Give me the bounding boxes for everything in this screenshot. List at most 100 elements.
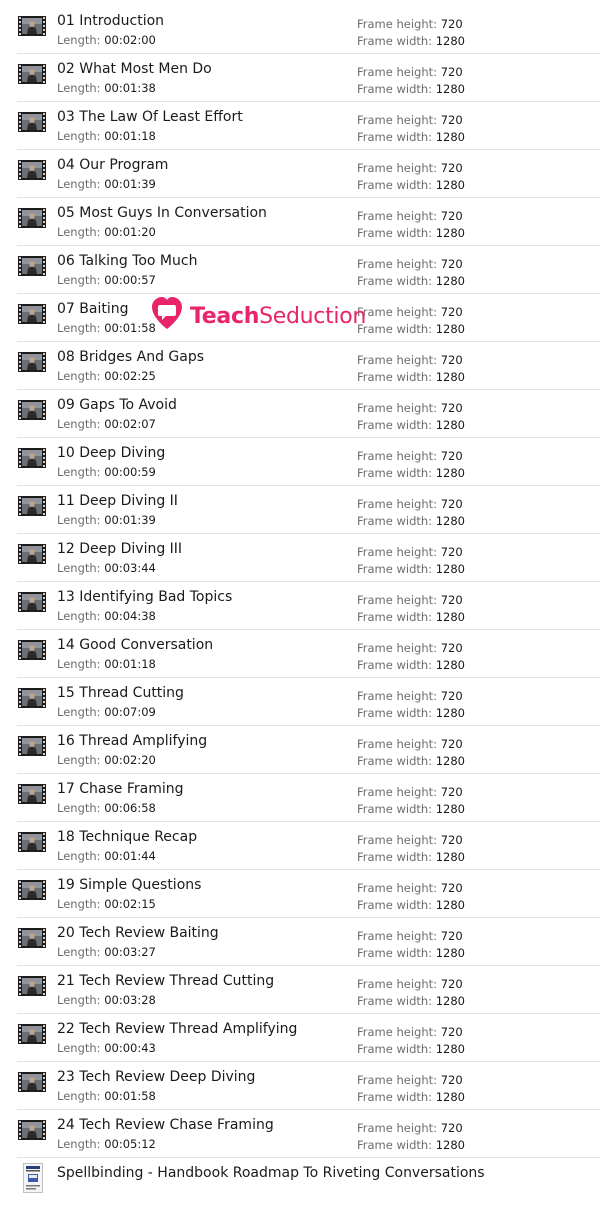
frame-height-label: Frame height: — [357, 593, 438, 607]
frame-height-label: Frame height: — [357, 929, 438, 943]
length-label: Length: — [57, 945, 101, 959]
list-item[interactable]: 21 Tech Review Thread Cutting Length: 00:… — [17, 966, 600, 1014]
length-label: Length: — [57, 33, 101, 47]
frame-width-info: Frame width: 1280 — [357, 1138, 465, 1152]
length-info: Length: 00:02:15 — [57, 897, 156, 911]
video-file-icon — [18, 352, 46, 372]
list-item[interactable]: 10 Deep Diving Length: 00:00:59 Frame heig… — [17, 438, 600, 486]
frame-height-label: Frame height: — [357, 65, 438, 79]
file-name: 09 Gaps To Avoid — [57, 397, 177, 413]
list-item[interactable]: 18 Technique Recap Length: 00:01:44 Frame … — [17, 822, 600, 870]
frame-width-value: 1280 — [435, 706, 465, 720]
list-item[interactable]: 15 Thread Cutting Length: 00:07:09 Frame h… — [17, 678, 600, 726]
length-label: Length: — [57, 1137, 101, 1151]
list-item[interactable]: 02 What Most Men Do Length: 00:01:38 Frame… — [17, 54, 600, 102]
frame-height-value: 720 — [440, 929, 463, 943]
frame-width-value: 1280 — [435, 946, 465, 960]
length-info: Length: 00:01:39 — [57, 177, 156, 191]
frame-width-info: Frame width: 1280 — [357, 322, 465, 336]
frame-height-info: Frame height: 720 — [357, 1121, 463, 1135]
frame-width-label: Frame width: — [357, 706, 433, 720]
list-item[interactable]: 03 The Law Of Least Effort Length: 00:01:… — [17, 102, 600, 150]
length-value: 00:02:15 — [104, 897, 156, 911]
file-name: 20 Tech Review Baiting — [57, 925, 219, 941]
list-item[interactable]: 07 Baiting Length: 00:01:58 Frame height: … — [17, 294, 600, 342]
list-item[interactable]: 14 Good Conversation Length: 00:01:18 Fram… — [17, 630, 600, 678]
frame-width-value: 1280 — [435, 34, 465, 48]
file-name: 08 Bridges And Gaps — [57, 349, 205, 365]
list-item[interactable]: 09 Gaps To Avoid Length: 00:02:07 Frame he… — [17, 390, 600, 438]
frame-height-value: 720 — [440, 401, 463, 415]
frame-height-value: 720 — [440, 353, 463, 367]
length-label: Length: — [57, 753, 101, 767]
list-item[interactable]: 20 Tech Review Baiting Length: 00:03:27 Fr… — [17, 918, 600, 966]
list-item[interactable]: 16 Thread Amplifying Length: 00:02:20 Fram… — [17, 726, 600, 774]
frame-height-value: 720 — [440, 641, 463, 655]
frame-width-label: Frame width: — [357, 322, 433, 336]
frame-height-info: Frame height: 720 — [357, 593, 463, 607]
length-value: 00:03:28 — [104, 993, 156, 1007]
frame-width-info: Frame width: 1280 — [357, 802, 465, 816]
frame-height-label: Frame height: — [357, 1025, 438, 1039]
frame-height-info: Frame height: 720 — [357, 65, 463, 79]
video-file-icon — [18, 1072, 46, 1092]
list-item[interactable]: 19 Simple Questions Length: 00:02:15 Frame… — [17, 870, 600, 918]
list-item[interactable]: 11 Deep Diving II Length: 00:01:39 Frame h… — [17, 486, 600, 534]
frame-height-value: 720 — [440, 1073, 463, 1087]
length-value: 00:01:39 — [104, 177, 156, 191]
list-item[interactable]: 24 Tech Review Chase Framing Length: 00:0… — [17, 1110, 600, 1158]
frame-height-value: 720 — [440, 497, 463, 511]
video-file-icon — [18, 784, 46, 804]
frame-height-info: Frame height: 720 — [357, 1073, 463, 1087]
length-label: Length: — [57, 177, 101, 191]
frame-width-value: 1280 — [435, 610, 465, 624]
length-info: Length: 00:02:20 — [57, 753, 156, 767]
list-item[interactable]: 13 Identifying Bad Topics Length: 00:04:3… — [17, 582, 600, 630]
frame-height-info: Frame height: 720 — [357, 257, 463, 271]
list-item-document[interactable]: Spellbinding - Handbook Roadmap To Rivet… — [17, 1158, 600, 1206]
frame-height-info: Frame height: 720 — [357, 737, 463, 751]
frame-height-info: Frame height: 720 — [357, 17, 463, 31]
frame-width-label: Frame width: — [357, 850, 433, 864]
frame-width-info: Frame width: 1280 — [357, 658, 465, 672]
frame-height-info: Frame height: 720 — [357, 305, 463, 319]
frame-width-info: Frame width: 1280 — [357, 130, 465, 144]
video-file-icon — [18, 1024, 46, 1044]
frame-height-value: 720 — [440, 737, 463, 751]
frame-width-info: Frame width: 1280 — [357, 226, 465, 240]
length-info: Length: 00:00:57 — [57, 273, 156, 287]
file-name: 07 Baiting — [57, 301, 129, 317]
frame-width-value: 1280 — [435, 898, 465, 912]
length-value: 00:00:57 — [104, 273, 156, 287]
document-name: Spellbinding - Handbook Roadmap To Rivet… — [57, 1165, 485, 1181]
list-item[interactable]: 05 Most Guys In Conversation Length: 00:0… — [17, 198, 600, 246]
list-item[interactable]: 01 Introduction Length: 00:02:00 Frame hei… — [17, 6, 600, 54]
file-name: 21 Tech Review Thread Cutting — [57, 973, 275, 989]
length-value: 00:01:58 — [104, 1089, 156, 1103]
video-file-icon — [18, 976, 46, 996]
length-label: Length: — [57, 849, 101, 863]
list-item[interactable]: 04 Our Program Length: 00:01:39 Frame heig… — [17, 150, 600, 198]
length-label: Length: — [57, 465, 101, 479]
list-item[interactable]: 17 Chase Framing Length: 00:06:58 Frame he… — [17, 774, 600, 822]
length-label: Length: — [57, 705, 101, 719]
book-cover-icon — [23, 1163, 43, 1193]
list-item[interactable]: 22 Tech Review Thread Amplifying Length: … — [17, 1014, 600, 1062]
list-item[interactable]: 23 Tech Review Deep Diving Length: 00:01:… — [17, 1062, 600, 1110]
list-item[interactable]: 08 Bridges And Gaps Length: 00:02:25 Frame… — [17, 342, 600, 390]
frame-width-value: 1280 — [435, 994, 465, 1008]
frame-height-info: Frame height: 720 — [357, 545, 463, 559]
file-name: 17 Chase Framing — [57, 781, 184, 797]
video-file-icon — [18, 688, 46, 708]
list-item[interactable]: 06 Talking Too Much Length: 00:00:57 Frame… — [17, 246, 600, 294]
frame-height-label: Frame height: — [357, 449, 438, 463]
list-item[interactable]: 12 Deep Diving III Length: 00:03:44 Frame … — [17, 534, 600, 582]
frame-width-label: Frame width: — [357, 226, 433, 240]
frame-height-value: 720 — [440, 257, 463, 271]
length-label: Length: — [57, 417, 101, 431]
video-file-icon — [18, 496, 46, 516]
file-name: 13 Identifying Bad Topics — [57, 589, 233, 605]
length-value: 00:06:58 — [104, 801, 156, 815]
frame-height-label: Frame height: — [357, 1073, 438, 1087]
frame-width-info: Frame width: 1280 — [357, 754, 465, 768]
